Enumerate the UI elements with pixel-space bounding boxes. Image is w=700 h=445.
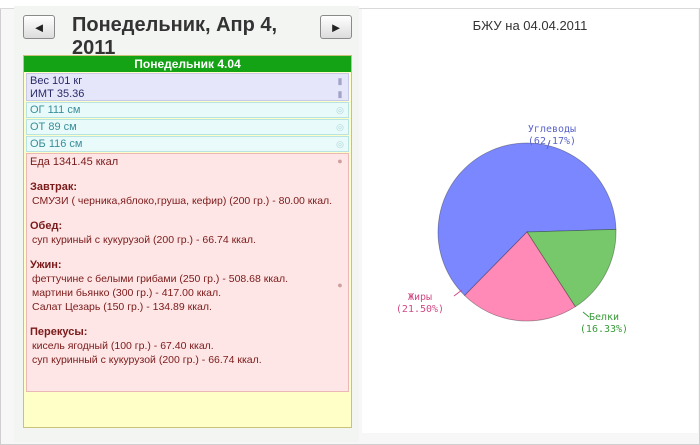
day-header: Понедельник 4.04 xyxy=(24,56,351,72)
bmi-value: ИМТ 35.36 xyxy=(30,88,85,100)
pie-label-percent: (21.50%) xyxy=(396,304,444,315)
next-day-button[interactable]: ► xyxy=(320,15,352,39)
prev-day-button[interactable]: ◄ xyxy=(23,15,55,39)
food-total: Еда 1341.45 ккал xyxy=(30,156,119,168)
tape-icon[interactable]: ◎ xyxy=(335,105,345,115)
measurement-ot: ОТ 89 см xyxy=(30,121,77,133)
edit-icon[interactable]: ▮ xyxy=(335,76,345,86)
measurement-row-ot[interactable]: ОТ 89 см ◎ xyxy=(26,119,349,135)
meal-item: суп куринный с кукурузой (200 гр.) - 66.… xyxy=(32,354,262,366)
pie-label-name: Белки xyxy=(589,312,619,323)
meal-lunch-title: Обед: xyxy=(30,220,63,232)
pie-chart: Углеводы(62.17%) Белки(16.33%) Жиры(21.50%… xyxy=(396,124,628,335)
pie-label-name: Жиры xyxy=(408,292,432,303)
meal-item: суп куриный с кукурузой (200 гр.) - 66.7… xyxy=(32,234,256,246)
tape-icon[interactable]: ◎ xyxy=(335,139,345,149)
measurement-og: ОГ 111 см xyxy=(30,104,81,116)
pie-label-percent: (62.17%) xyxy=(528,136,576,147)
edit-icon[interactable]: ▮ xyxy=(335,89,345,99)
day-card: Понедельник 4.04 Вес 101 кг ИМТ 35.36 ▮ … xyxy=(23,55,352,428)
meal-snacks-title: Перекусы: xyxy=(30,326,88,338)
food-icon[interactable]: ● xyxy=(335,280,345,290)
pie-label-name: Углеводы xyxy=(528,124,576,135)
meal-item: феттучине с белыми грибами (250 гр.) - 5… xyxy=(32,273,289,285)
weight-value: Вес 101 кг xyxy=(30,75,83,87)
meal-dinner-title: Ужин: xyxy=(30,259,62,271)
weight-block[interactable]: Вес 101 кг ИМТ 35.36 ▮ ▮ xyxy=(26,73,349,101)
meal-item: Салат Цезарь (150 гр.) - 134.89 ккал. xyxy=(32,301,212,313)
food-block[interactable]: Еда 1341.45 ккал ● Завтрак: СМУЗИ ( черн… xyxy=(26,153,349,392)
measurement-row-og[interactable]: ОГ 111 см ◎ xyxy=(26,102,349,118)
pie-leader-line xyxy=(453,289,463,297)
meal-breakfast-title: Завтрак: xyxy=(30,181,78,193)
food-icon[interactable]: ● xyxy=(335,156,345,166)
meal-item: мартини бьянко (300 гр.) - 417.00 ккал. xyxy=(32,287,222,299)
measurement-row-ob[interactable]: ОБ 116 см ◎ xyxy=(26,136,349,152)
date-title: Понедельник, Апр 4, 2011 xyxy=(72,14,278,59)
meal-item: СМУЗИ ( черника,яблоко,груша, кефир) (20… xyxy=(32,195,333,207)
meal-item: кисель ягодный (100 гр.) - 67.40 ккал. xyxy=(32,340,214,352)
measurement-ob: ОБ 116 см xyxy=(30,138,83,150)
pie-label-percent: (16.33%) xyxy=(580,324,628,335)
tape-icon[interactable]: ◎ xyxy=(335,122,345,132)
